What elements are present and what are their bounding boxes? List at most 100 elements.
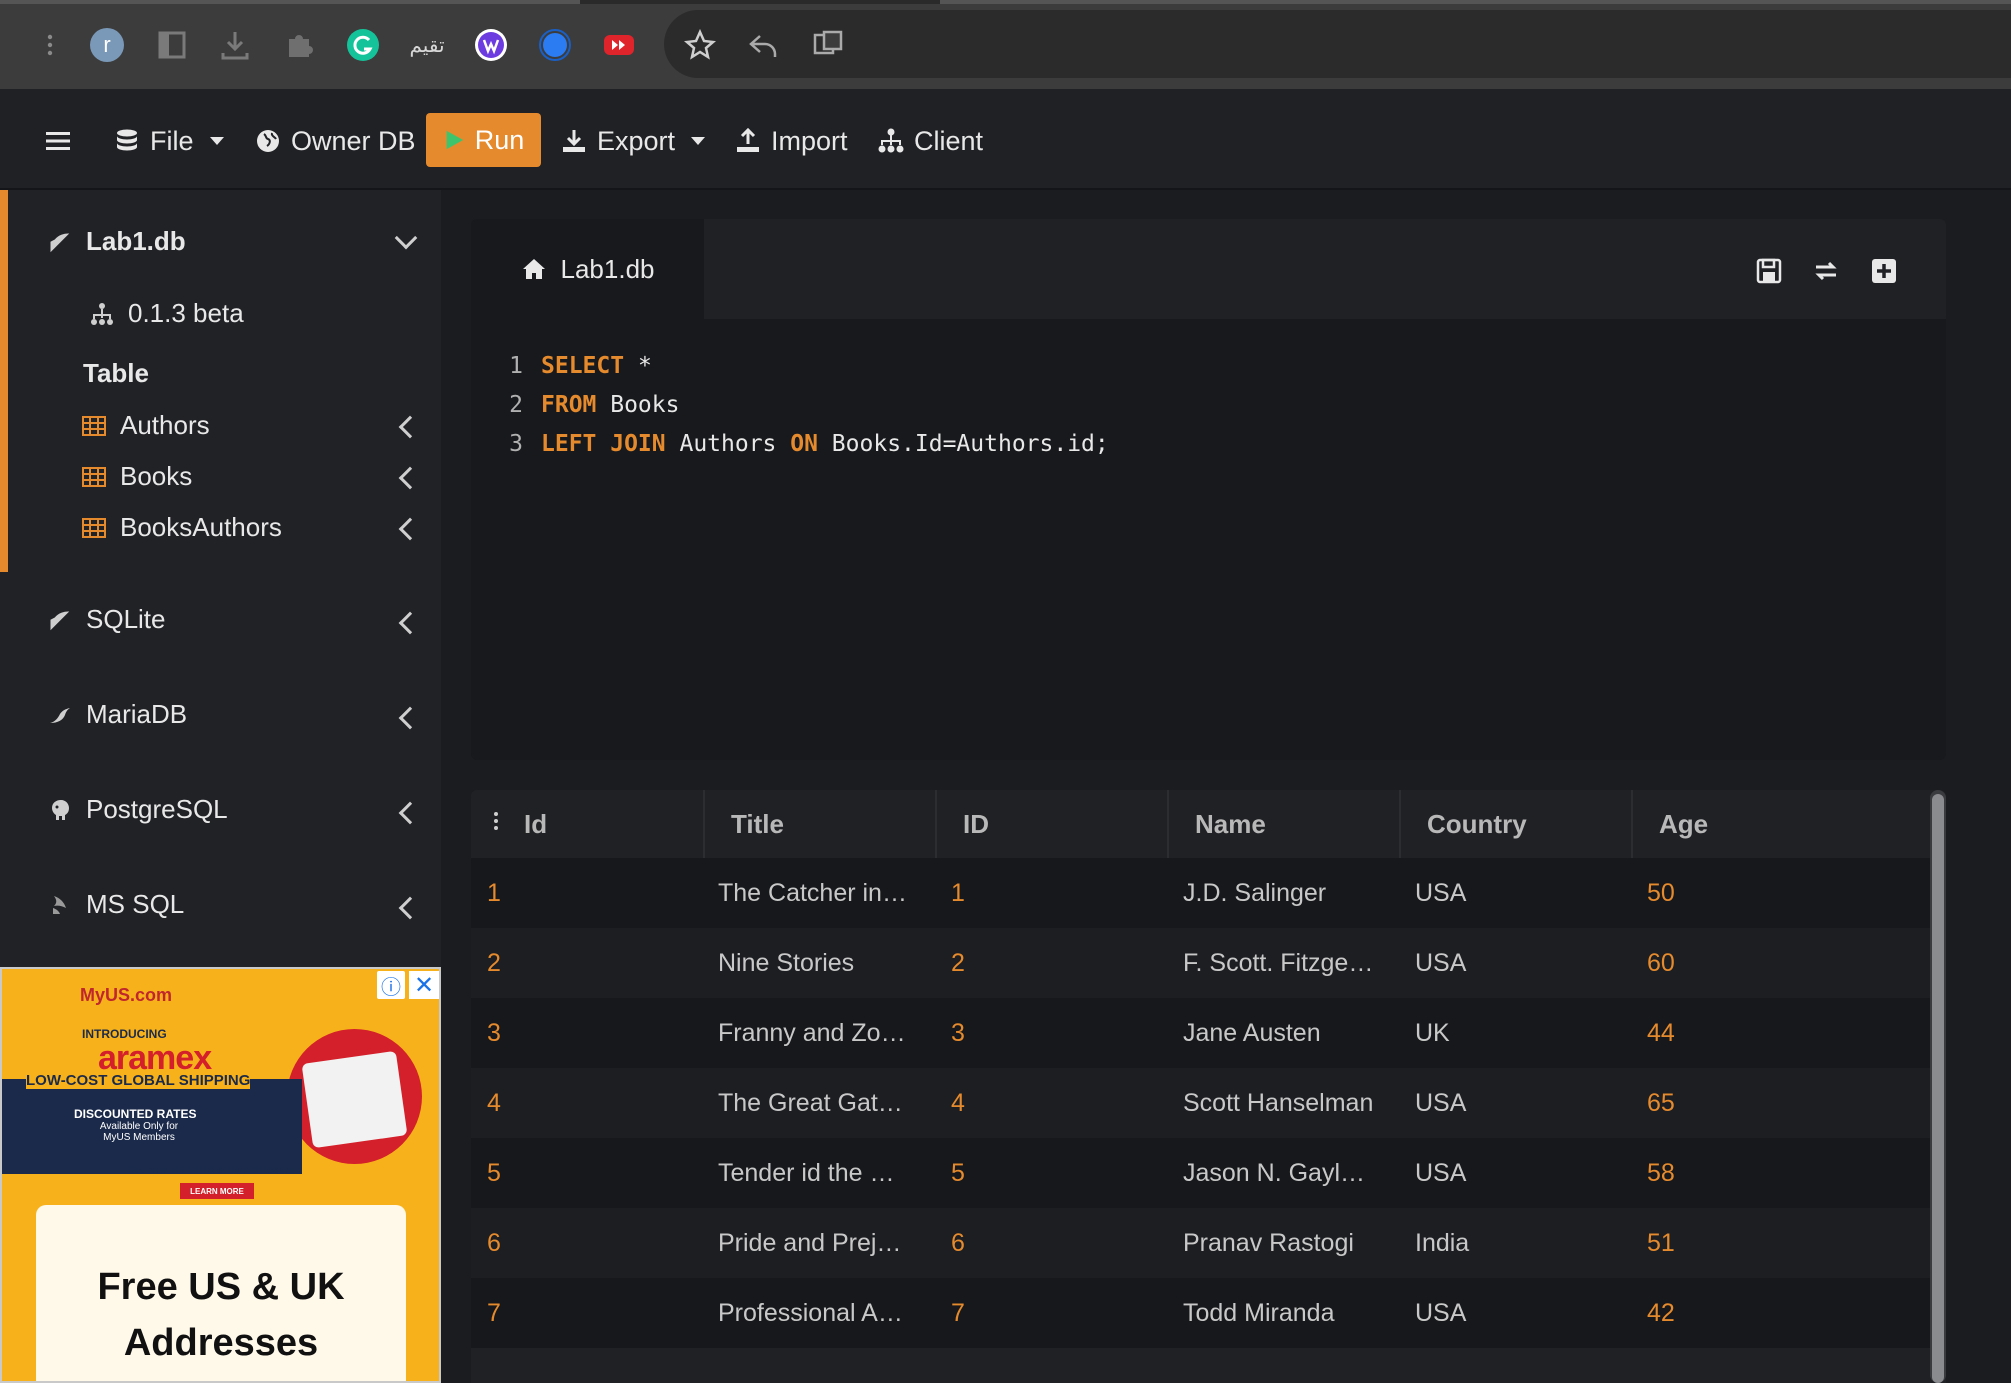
cell-name[interactable]: Scott Hanselman: [1183, 1068, 1393, 1138]
column-header-label: Name: [1195, 808, 1266, 839]
grid-scrollbar[interactable]: [1930, 790, 1946, 1383]
file-menu-button[interactable]: File: [114, 115, 224, 167]
cell-age[interactable]: 50: [1647, 858, 1847, 928]
translate-icon[interactable]: [804, 21, 852, 69]
table-row[interactable]: 4 The Great Gat… 4 Scott Hanselman USA 65: [471, 1068, 1930, 1138]
column-header-name[interactable]: Name: [1167, 790, 1399, 858]
cell-country[interactable]: UK: [1415, 998, 1615, 1068]
cell-age[interactable]: 51: [1647, 1208, 1847, 1278]
advertisement-banner[interactable]: MyUS.com INTRODUCING aramex LOW-COST GLO…: [0, 967, 441, 1383]
cell-title[interactable]: The Catcher in…: [718, 858, 928, 928]
owner-db-button[interactable]: Owner DB: [255, 115, 416, 167]
cell-country[interactable]: USA: [1415, 928, 1615, 998]
cell-title[interactable]: Tender id the …: [718, 1138, 928, 1208]
sidebar-panel-icon[interactable]: [148, 21, 196, 69]
cell-title[interactable]: The Great Gat…: [718, 1068, 928, 1138]
blue-circle-extension-icon[interactable]: [531, 21, 579, 69]
cell-name[interactable]: Todd Miranda: [1183, 1278, 1393, 1348]
cell-name[interactable]: Pranav Rastogi: [1183, 1208, 1393, 1278]
sidebar-item-lab1-db[interactable]: Lab1.db: [48, 226, 186, 257]
cell-title[interactable]: Franny and Zo…: [718, 998, 928, 1068]
grammarly-icon[interactable]: [339, 21, 387, 69]
cell-country[interactable]: India: [1415, 1208, 1615, 1278]
cell-title[interactable]: Professional A…: [718, 1278, 928, 1348]
column-header-id[interactable]: Id: [471, 790, 703, 858]
cell-age[interactable]: 42: [1647, 1278, 1847, 1348]
hamburger-menu-icon[interactable]: [45, 115, 71, 167]
table-row[interactable]: 7 Professional A… 7 Todd Miranda USA 42: [471, 1278, 1930, 1348]
table-row[interactable]: 5 Tender id the … 5 Jason N. Gayl… USA 58: [471, 1138, 1930, 1208]
cell-country[interactable]: USA: [1415, 1138, 1615, 1208]
column-header-author-id[interactable]: ID: [935, 790, 1167, 858]
cell-id[interactable]: 1: [487, 858, 687, 928]
ad-info-icon[interactable]: ⓘ: [377, 971, 405, 999]
cell-age[interactable]: 44: [1647, 998, 1847, 1068]
save-icon[interactable]: [1755, 257, 1783, 285]
sidebar-item-authors[interactable]: Authors: [82, 410, 210, 441]
table-row[interactable]: 6 Pride and Prej… 6 Pranav Rastogi India 51: [471, 1208, 1930, 1278]
code-line: 1 SELECT *: [501, 347, 1109, 386]
cell-id[interactable]: 5: [487, 1138, 687, 1208]
arabic-extension-icon[interactable]: تقيم: [403, 21, 451, 69]
export-menu-button[interactable]: Export: [561, 115, 706, 167]
client-button[interactable]: Client: [878, 115, 983, 167]
cell-aid[interactable]: 3: [951, 998, 1151, 1068]
cell-aid[interactable]: 6: [951, 1208, 1151, 1278]
engine-label: SQLite: [86, 604, 166, 634]
column-header-country[interactable]: Country: [1399, 790, 1631, 858]
table-row[interactable]: 3 Franny and Zo… 3 Jane Austen UK 44: [471, 998, 1930, 1068]
cell-id[interactable]: 6: [487, 1208, 687, 1278]
share-icon[interactable]: [740, 21, 788, 69]
table-row[interactable]: 2 Nine Stories 2 F. Scott. Fitzge… USA 60: [471, 928, 1930, 998]
download-icon[interactable]: [211, 21, 259, 69]
ad-learn-more-button[interactable]: LEARN MORE: [180, 1183, 254, 1199]
column-header-age[interactable]: Age: [1631, 790, 1930, 858]
cell-id[interactable]: 4: [487, 1068, 687, 1138]
table-heading: Table: [83, 358, 149, 389]
cell-name[interactable]: Jason N. Gayl…: [1183, 1138, 1393, 1208]
cell-age[interactable]: 65: [1647, 1068, 1847, 1138]
cell-country[interactable]: USA: [1415, 1068, 1615, 1138]
sidebar-item-sqlite[interactable]: SQLite: [48, 604, 166, 635]
sidebar-item-booksauthors[interactable]: BooksAuthors: [82, 512, 282, 543]
cell-id[interactable]: 7: [487, 1278, 687, 1348]
sidebar-item-ms-sql[interactable]: MS SQL: [48, 889, 184, 920]
sidebar-item-postgresql[interactable]: PostgreSQL: [48, 794, 228, 825]
cell-aid[interactable]: 5: [951, 1138, 1151, 1208]
more-vert-icon[interactable]: [20, 21, 68, 69]
cell-title[interactable]: Nine Stories: [718, 928, 928, 998]
cell-aid[interactable]: 7: [951, 1278, 1151, 1348]
cell-age[interactable]: 60: [1647, 928, 1847, 998]
cell-aid[interactable]: 1: [951, 858, 1151, 928]
ad-close-icon[interactable]: ✕: [409, 971, 439, 999]
wordtune-icon[interactable]: [467, 21, 515, 69]
cell-name[interactable]: F. Scott. Fitzge…: [1183, 928, 1393, 998]
cell-id[interactable]: 3: [487, 998, 687, 1068]
sidebar-item-mariadb[interactable]: MariaDB: [48, 699, 187, 730]
cell-country[interactable]: USA: [1415, 858, 1615, 928]
cell-country[interactable]: USA: [1415, 1278, 1615, 1348]
column-header-title[interactable]: Title: [703, 790, 935, 858]
table-row[interactable]: 1 The Catcher in… 1 J.D. Salinger USA 50: [471, 858, 1930, 928]
sql-code-area[interactable]: 1 SELECT * 2 FROM Books 3 LEFT JOIN Authors…: [501, 347, 1109, 464]
tab-lab1-db[interactable]: Lab1.db: [471, 219, 704, 319]
bookmark-star-icon[interactable]: [676, 21, 724, 69]
cell-age[interactable]: 58: [1647, 1138, 1847, 1208]
cell-aid[interactable]: 4: [951, 1068, 1151, 1138]
sidebar-item-books[interactable]: Books: [82, 461, 192, 492]
profile-avatar[interactable]: r: [83, 21, 131, 69]
cell-title[interactable]: Pride and Prej…: [718, 1208, 928, 1278]
cell-name[interactable]: J.D. Salinger: [1183, 858, 1393, 928]
address-bar[interactable]: [664, 10, 2011, 78]
extensions-puzzle-icon[interactable]: [275, 21, 323, 69]
add-square-icon[interactable]: [1870, 257, 1898, 285]
refresh-icon[interactable]: [1812, 257, 1840, 285]
cell-aid[interactable]: 2: [951, 928, 1151, 998]
run-button[interactable]: Run: [426, 113, 541, 167]
video-speed-icon[interactable]: [595, 21, 643, 69]
scrollbar-thumb[interactable]: [1932, 794, 1944, 1383]
cell-id[interactable]: 2: [487, 928, 687, 998]
ad-get-free: Get Your FREE US & UK Addresses: [127, 1165, 296, 1176]
import-button[interactable]: Import: [735, 115, 848, 167]
cell-name[interactable]: Jane Austen: [1183, 998, 1393, 1068]
